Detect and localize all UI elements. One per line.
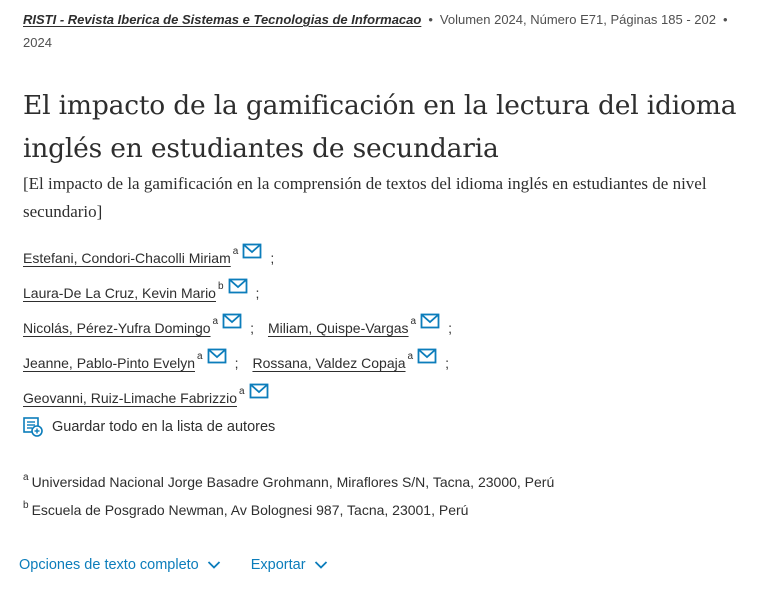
affiliation-key: b [23, 499, 29, 511]
save-all-label: Guardar todo en la lista de autores [52, 419, 276, 435]
volume-details: Volumen 2024, Número E71, Páginas 185 - … [439, 12, 716, 27]
affiliation-item: a Universidad Nacional Jorge Basadre Gro… [23, 468, 554, 496]
article-subtitle: [El impacto de la gamificación en la com… [23, 174, 707, 221]
affiliation-item: b Escuela de Posgrado Newman, Av Bologne… [23, 496, 554, 524]
publication-year: 2024 [23, 35, 52, 50]
bullet-separator: • [428, 12, 433, 27]
chevron-down-icon [207, 561, 220, 569]
author-row: Geovanni, Ruiz-Limache Fabrizzio a [23, 380, 753, 415]
author-name-link[interactable]: Rossana, Valdez Copaja [252, 355, 405, 371]
chevron-down-icon [314, 561, 327, 569]
affiliation-marker: b [217, 280, 224, 292]
author-item: Laura-De La Cruz, Kevin Mario b [23, 278, 248, 301]
author-name-link[interactable]: Laura-De La Cruz, Kevin Mario [23, 285, 216, 301]
envelope-icon[interactable] [222, 313, 242, 329]
envelope-icon[interactable] [242, 243, 262, 259]
author-name-link[interactable]: Estefani, Condori-Chacolli Miriam [23, 250, 231, 266]
export-button[interactable]: Exportar [251, 557, 328, 573]
article-options-bar: Opciones de texto completo Exportar [19, 553, 358, 577]
full-text-options-button[interactable]: Opciones de texto completo [19, 557, 221, 573]
author-separator: ; [445, 354, 449, 371]
author-separator: ; [448, 319, 452, 336]
author-row: Estefani, Condori-Chacolli Miriam a ; [23, 240, 753, 275]
affiliation-marker: a [407, 350, 414, 362]
envelope-icon[interactable] [228, 278, 248, 294]
source-line: RISTI - Revista Iberica de Sistemas e Te… [23, 8, 753, 54]
envelope-icon[interactable] [207, 348, 227, 364]
affiliation-key: a [23, 471, 29, 483]
author-name-link[interactable]: Miliam, Quispe-Vargas [268, 320, 409, 336]
author-row: Jeanne, Pablo-Pinto Evelyn a ; Rossana, … [23, 345, 753, 380]
journal-link[interactable]: RISTI - Revista Iberica de Sistemas e Te… [23, 12, 421, 27]
full-text-options-label: Opciones de texto completo [19, 557, 199, 573]
author-item: Geovanni, Ruiz-Limache Fabrizzio a [23, 383, 269, 406]
author-item: Estefani, Condori-Chacolli Miriam a [23, 243, 262, 266]
affiliation-marker: a [232, 245, 239, 257]
author-name-link[interactable]: Geovanni, Ruiz-Limache Fabrizzio [23, 390, 237, 406]
affiliation-marker: a [212, 315, 219, 327]
save-all-authors-button[interactable]: Guardar todo en la lista de autores [23, 416, 275, 438]
author-separator: ; [234, 354, 239, 371]
author-list: Estefani, Condori-Chacolli Miriam a ; La… [23, 240, 753, 415]
article-title: El impacto de la gamificación en la lect… [23, 90, 737, 164]
author-separator: ; [250, 319, 254, 336]
author-name-link[interactable]: Nicolás, Pérez-Yufra Domingo [23, 320, 211, 336]
envelope-icon[interactable] [420, 313, 440, 329]
affiliation-text: Universidad Nacional Jorge Basadre Grohm… [31, 474, 555, 490]
affiliation-marker: a [410, 315, 417, 327]
affiliations: a Universidad Nacional Jorge Basadre Gro… [23, 468, 554, 524]
author-item: Nicolás, Pérez-Yufra Domingo a [23, 313, 242, 336]
affiliation-marker: a [238, 385, 245, 397]
author-item: Rossana, Valdez Copaja a [252, 348, 437, 371]
envelope-icon[interactable] [249, 383, 269, 399]
export-label: Exportar [250, 557, 306, 573]
bullet-separator: • [722, 12, 728, 27]
author-item: Miliam, Quispe-Vargas a [268, 313, 440, 336]
author-item: Jeanne, Pablo-Pinto Evelyn a [23, 348, 227, 371]
affiliation-marker: a [197, 350, 203, 362]
author-separator: ; [255, 284, 260, 301]
list-add-icon [23, 417, 43, 437]
envelope-icon[interactable] [417, 348, 437, 364]
author-row: Nicolás, Pérez-Yufra Domingo a ; Miliam,… [23, 310, 753, 345]
author-separator: ; [270, 249, 275, 266]
author-name-link[interactable]: Jeanne, Pablo-Pinto Evelyn [23, 355, 195, 371]
affiliation-text: Escuela de Posgrado Newman, Av Bolognesi… [31, 502, 469, 518]
author-row: Laura-De La Cruz, Kevin Mario b ; [23, 275, 753, 310]
